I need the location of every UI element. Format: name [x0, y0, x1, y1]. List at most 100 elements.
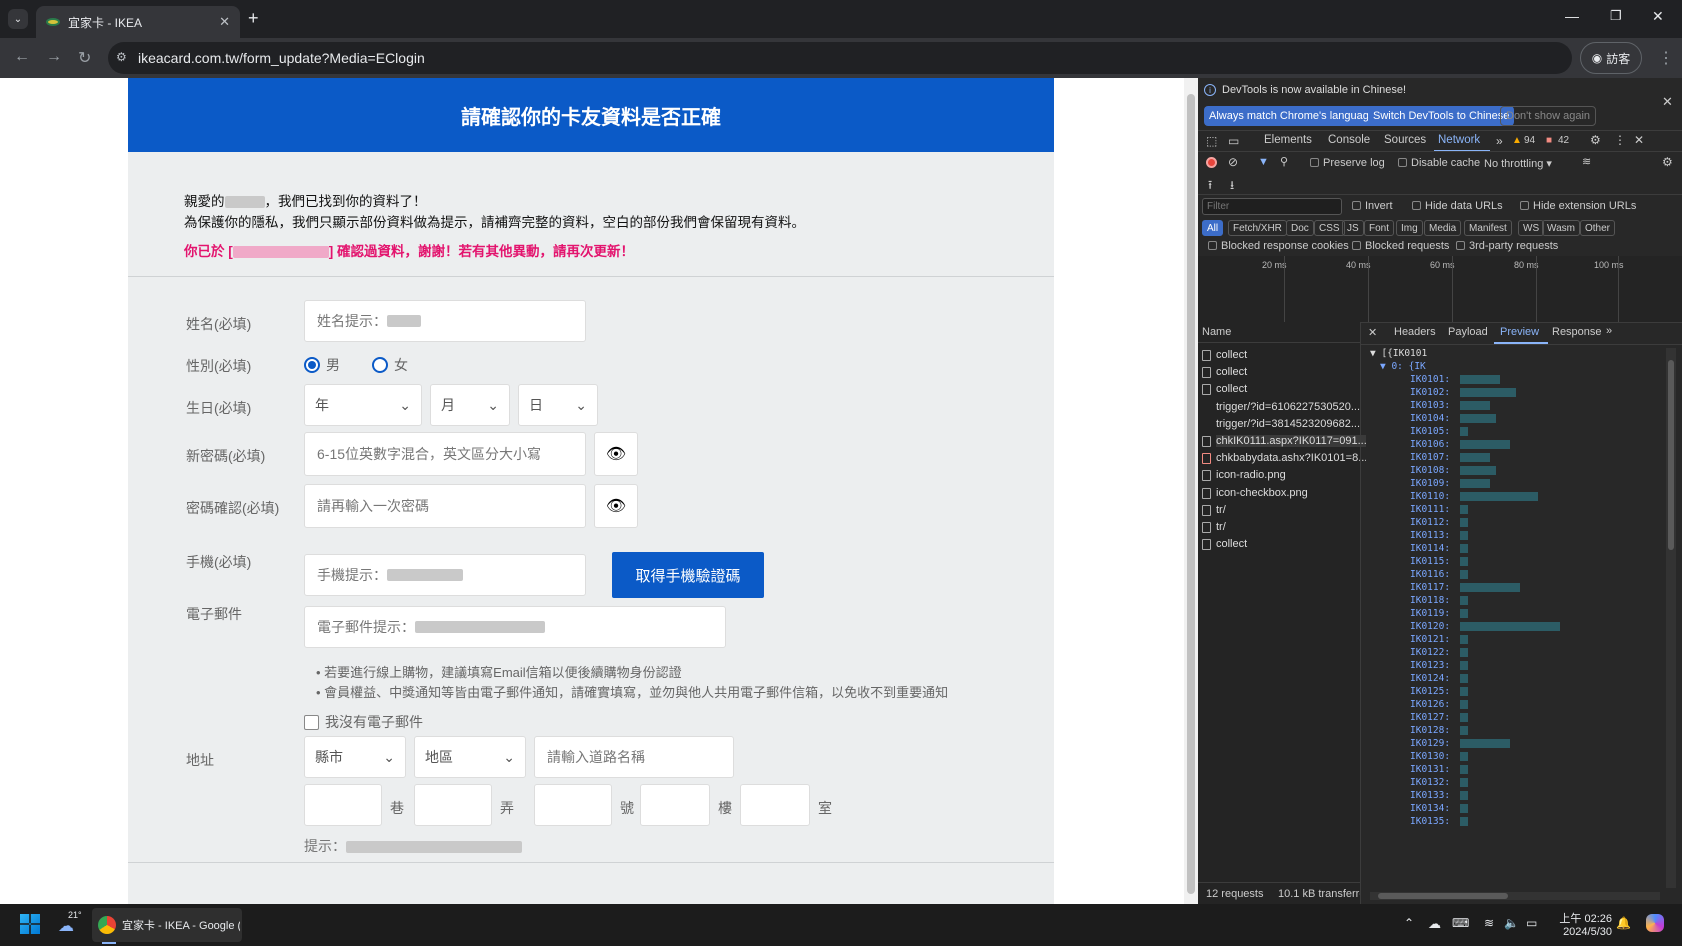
preview-scrollbar[interactable] — [1666, 348, 1676, 888]
email-input[interactable]: 電子郵件提示： — [304, 606, 726, 648]
request-row[interactable]: tr/ — [1216, 521, 1366, 533]
type-filter-img[interactable]: Img — [1396, 220, 1423, 236]
name-column-header[interactable]: Name — [1202, 326, 1231, 338]
close-detail-icon[interactable]: ✕ — [1368, 326, 1377, 339]
close-devtools-icon[interactable]: ✕ — [1634, 133, 1644, 147]
request-row[interactable]: icon-radio.png — [1216, 469, 1366, 481]
type-filter-js[interactable]: JS — [1342, 220, 1364, 236]
dont-show-again-button[interactable]: Don't show again — [1500, 106, 1597, 126]
type-filter-fetch[interactable]: Fetch/XHR — [1228, 220, 1287, 236]
onedrive-icon[interactable]: ☁ — [1428, 916, 1441, 932]
blocked-requests-checkbox[interactable]: Blocked requests — [1352, 240, 1449, 252]
scrollbar-thumb[interactable] — [1668, 360, 1674, 550]
json-item-0[interactable]: ▼ 0: {IK — [1380, 361, 1426, 372]
menu-icon[interactable]: ⋮ — [1658, 48, 1674, 68]
copilot-icon[interactable] — [1646, 914, 1664, 932]
request-row[interactable]: collect — [1216, 366, 1366, 378]
room-input[interactable] — [740, 784, 810, 826]
type-filter-font[interactable]: Font — [1364, 220, 1395, 236]
page-scrollbar[interactable] — [1184, 78, 1198, 904]
wifi-icon[interactable]: ≋ — [1484, 916, 1494, 930]
third-party-checkbox[interactable]: 3rd-party requests — [1456, 240, 1558, 252]
type-filter-manifest[interactable]: Manifest — [1464, 220, 1512, 236]
lane-input[interactable] — [304, 784, 382, 826]
birth-month-select[interactable]: 月 ⌄ — [430, 384, 510, 426]
tab-network[interactable]: Network — [1438, 134, 1480, 146]
request-row[interactable]: collect — [1216, 383, 1366, 395]
new-password-input[interactable]: 6-15位英數字混合，英文區分大小寫 — [304, 432, 586, 476]
blocked-cookies-checkbox[interactable]: Blocked response cookies — [1208, 240, 1349, 252]
network-conditions-icon[interactable]: ≋ — [1582, 155, 1591, 168]
always-match-language-button[interactable]: Always match Chrome's language — [1204, 106, 1380, 126]
request-row[interactable]: chkIK0111.aspx?IK0117=091... — [1216, 435, 1366, 447]
request-row[interactable]: tr/ — [1216, 504, 1366, 516]
floor-input[interactable] — [640, 784, 710, 826]
device-toolbar-icon[interactable]: ▭ — [1228, 134, 1239, 148]
type-filter-all[interactable]: All — [1202, 220, 1224, 236]
forward-icon[interactable]: → — [46, 48, 62, 66]
birth-day-select[interactable]: 日 ⌄ — [518, 384, 598, 426]
hide-data-urls-checkbox[interactable]: Hide data URLs — [1412, 200, 1503, 212]
invert-checkbox[interactable]: Invert — [1352, 200, 1393, 212]
more-tabs-icon[interactable]: » — [1606, 325, 1612, 337]
inspect-icon[interactable]: ⬚ — [1206, 134, 1217, 148]
new-tab-button[interactable]: + — [248, 8, 259, 29]
error-count[interactable]: 42 — [1558, 135, 1569, 146]
warning-count[interactable]: 94 — [1524, 135, 1535, 146]
site-info-icon[interactable]: ⚙ — [116, 50, 127, 64]
tab-elements[interactable]: Elements — [1264, 134, 1312, 146]
restore-button[interactable]: ❐ — [1610, 8, 1622, 24]
json-root[interactable]: ▼ [{IK0101 — [1370, 348, 1427, 359]
filter-input[interactable]: Filter — [1202, 198, 1342, 215]
horizontal-scrollbar[interactable] — [1370, 892, 1660, 900]
request-row[interactable]: chkbabydata.ashx?IK0101=8... — [1216, 452, 1366, 464]
number-input[interactable] — [534, 784, 612, 826]
profile-button[interactable]: ◉ 訪客 — [1580, 42, 1642, 74]
reload-icon[interactable]: ↻ — [78, 48, 91, 68]
taskbar-chrome-app[interactable]: 宜家卡 - IKEA - Google ( — [92, 908, 242, 942]
filter-icon[interactable]: ▼ — [1258, 156, 1269, 168]
close-window-button[interactable]: ✕ — [1652, 8, 1664, 25]
no-email-checkbox[interactable]: 我沒有電子郵件 — [304, 712, 423, 732]
battery-icon[interactable]: ▭ — [1526, 916, 1537, 930]
type-filter-wasm[interactable]: Wasm — [1542, 220, 1580, 236]
request-row[interactable]: icon-checkbox.png — [1216, 487, 1366, 499]
type-filter-ws[interactable]: WS — [1518, 220, 1545, 236]
gender-male-radio[interactable]: 男 — [304, 355, 340, 375]
minimize-button[interactable]: — — [1565, 8, 1579, 24]
windows-start-icon[interactable] — [20, 914, 40, 934]
clear-icon[interactable]: ⊘ — [1228, 155, 1238, 169]
mobile-input[interactable]: 手機提示： — [304, 554, 586, 596]
city-select[interactable]: 縣市 ⌄ — [304, 736, 406, 778]
type-filter-css[interactable]: CSS — [1314, 220, 1345, 236]
toggle-password-visibility-button[interactable]: 👁 — [594, 432, 638, 476]
type-filter-doc[interactable]: Doc — [1286, 220, 1314, 236]
toggle-confirm-visibility-button[interactable]: 👁 — [594, 484, 638, 528]
record-icon[interactable] — [1206, 157, 1217, 168]
tab-console[interactable]: Console — [1328, 134, 1370, 146]
more-tabs-icon[interactable]: » — [1496, 134, 1503, 148]
disable-cache-checkbox[interactable]: Disable cache — [1398, 157, 1480, 169]
request-row[interactable]: collect — [1216, 349, 1366, 361]
road-input[interactable]: 請輸入道路名稱 — [534, 736, 734, 778]
active-tab[interactable]: 宜家卡 - IKEA ✕ — [36, 6, 240, 38]
type-filter-media[interactable]: Media — [1424, 220, 1462, 236]
scrollbar-thumb[interactable] — [1378, 893, 1508, 899]
scrollbar-thumb[interactable] — [1187, 94, 1195, 894]
switch-to-chinese-button[interactable]: Switch DevTools to Chinese — [1368, 106, 1515, 126]
request-row[interactable]: trigger/?id=3814523209682... — [1216, 418, 1366, 430]
clock[interactable]: 上午 02:26 2024/5/30 — [1552, 910, 1612, 938]
confirm-password-input[interactable]: 請再輸入一次密碼 — [304, 484, 586, 528]
tab-search-button[interactable]: ⌄ — [8, 9, 28, 29]
alley-input[interactable] — [414, 784, 492, 826]
name-input[interactable]: 姓名提示： — [304, 300, 586, 342]
close-notice-icon[interactable]: ✕ — [1662, 94, 1673, 110]
hide-extension-urls-checkbox[interactable]: Hide extension URLs — [1520, 200, 1636, 212]
request-row[interactable]: trigger/?id=6106227530520... — [1216, 401, 1366, 413]
notification-bell-icon[interactable]: 🔔 — [1616, 916, 1631, 930]
settings-gear-icon[interactable]: ⚙ — [1590, 133, 1601, 147]
detail-tab-headers[interactable]: Headers — [1394, 326, 1436, 338]
kebab-menu-icon[interactable]: ⋮ — [1614, 133, 1626, 147]
district-select[interactable]: 地區 ⌄ — [414, 736, 526, 778]
chevron-up-icon[interactable]: ⌃ — [1404, 916, 1414, 930]
